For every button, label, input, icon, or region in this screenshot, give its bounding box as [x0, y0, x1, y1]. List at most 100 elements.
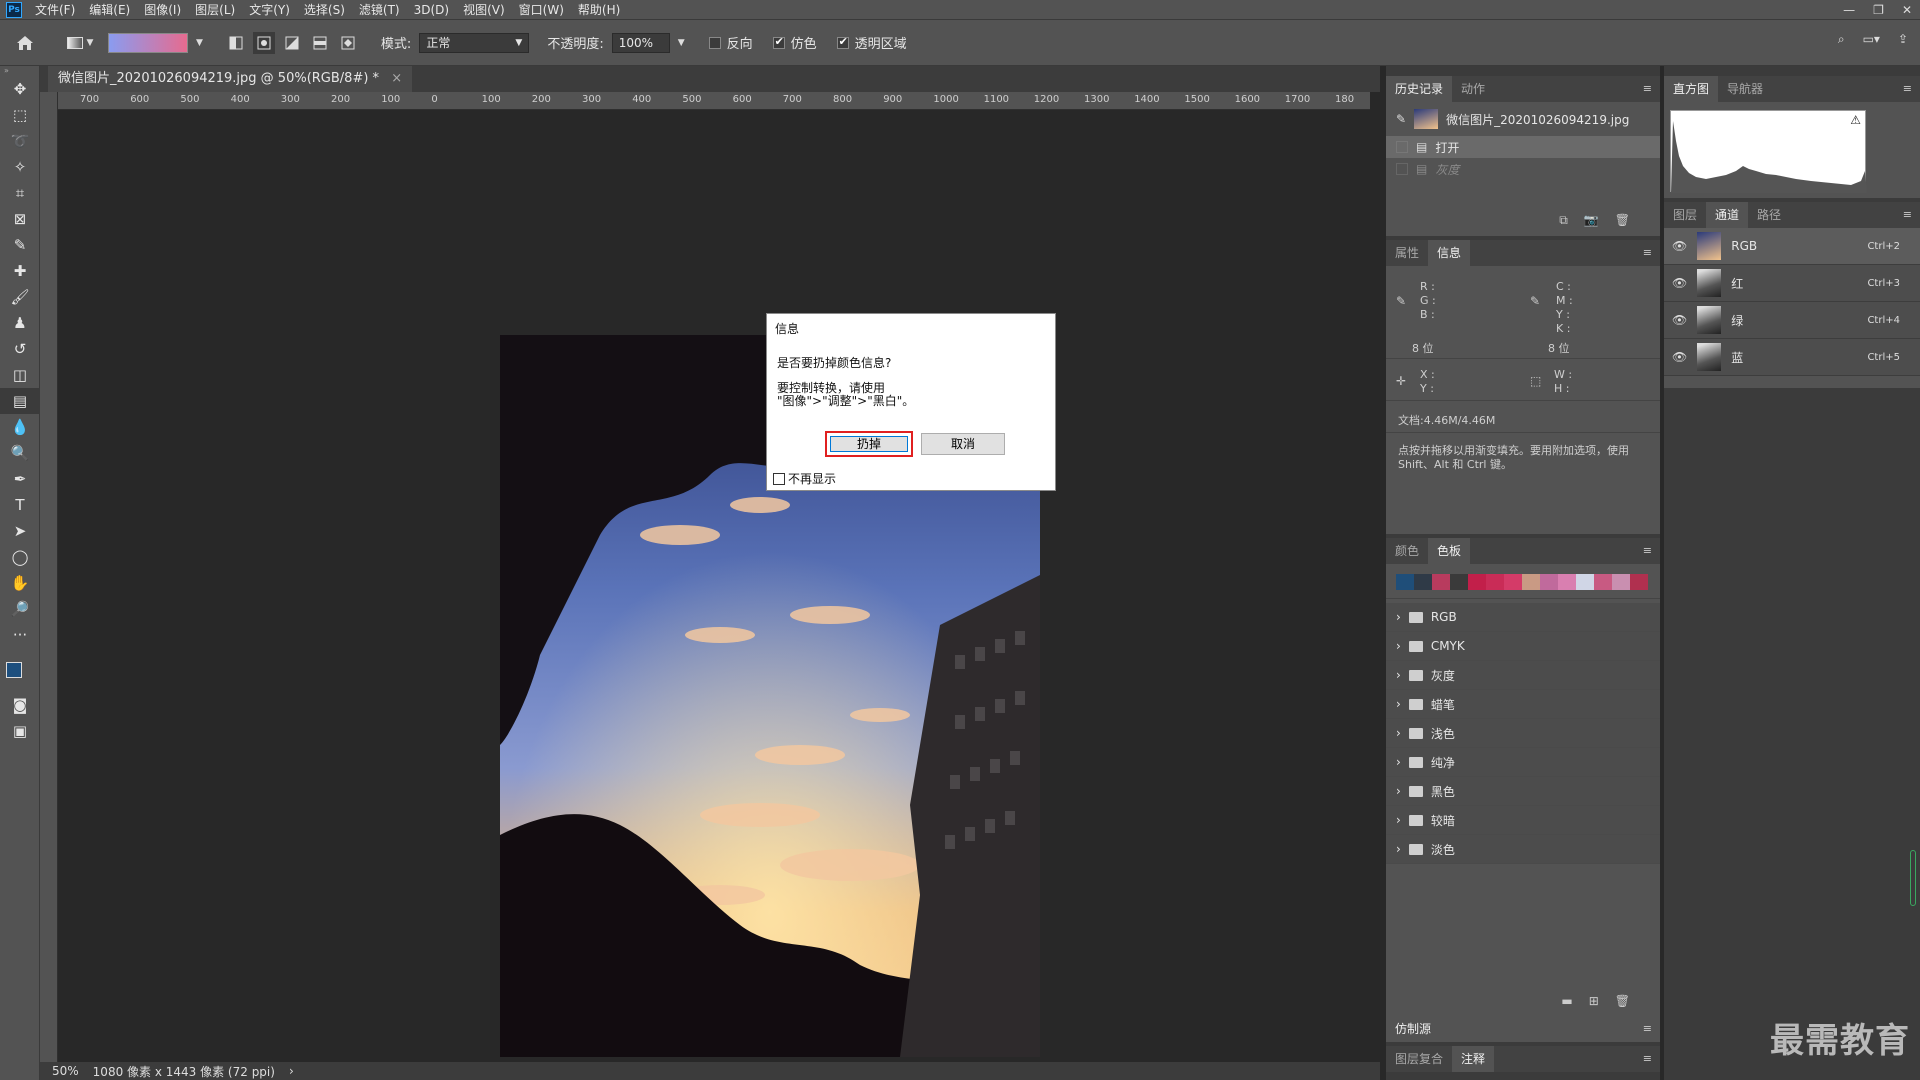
- move-tool-icon[interactable]: ✥: [0, 76, 40, 102]
- gradient-tool-icon[interactable]: ▤: [0, 388, 40, 414]
- swatch-chip[interactable]: [1558, 574, 1576, 590]
- menu-help[interactable]: 帮助(H): [571, 0, 627, 20]
- panel-menu-icon[interactable]: ≡: [1643, 544, 1652, 557]
- home-icon[interactable]: [14, 32, 36, 54]
- dont-show-checkbox-box[interactable]: [773, 472, 785, 485]
- canvas-area[interactable]: [58, 110, 1370, 1062]
- transparency-checkbox-box[interactable]: [836, 35, 849, 49]
- menu-image[interactable]: 图像(I): [137, 0, 188, 20]
- close-icon[interactable]: ✕: [1902, 0, 1912, 20]
- tab-properties[interactable]: 属性: [1386, 240, 1428, 266]
- minimize-icon[interactable]: —: [1843, 0, 1855, 20]
- menu-edit[interactable]: 编辑(E): [82, 0, 137, 20]
- menu-file[interactable]: 文件(F): [28, 0, 82, 20]
- swatch-chip[interactable]: [1432, 574, 1450, 590]
- tool-preset-picker[interactable]: ▼: [60, 32, 100, 54]
- blur-tool-icon[interactable]: 💧: [0, 414, 40, 440]
- linear-gradient-icon[interactable]: [225, 32, 247, 54]
- search-icon[interactable]: ⌕: [1838, 32, 1845, 47]
- tab-paths[interactable]: 路径: [1748, 202, 1790, 228]
- menu-type[interactable]: 文字(Y): [242, 0, 297, 20]
- channel-rgb[interactable]: 👁 RGB Ctrl+2: [1664, 228, 1920, 265]
- crop-tool-icon[interactable]: ⌗: [0, 180, 40, 206]
- swatch-folder-rgb[interactable]: › RGB: [1386, 603, 1660, 632]
- panel-menu-icon[interactable]: ≡: [1643, 1022, 1652, 1035]
- lasso-tool-icon[interactable]: ➰: [0, 128, 40, 154]
- swatch-chip[interactable]: [1414, 574, 1432, 590]
- swatch-folder-cmyk[interactable]: › CMYK: [1386, 632, 1660, 661]
- swatch-folder-grayscale[interactable]: › 灰度: [1386, 661, 1660, 690]
- swatch-chip[interactable]: [1486, 574, 1504, 590]
- menu-3d[interactable]: 3D(D): [407, 0, 456, 20]
- tab-history[interactable]: 历史记录: [1386, 76, 1453, 102]
- opacity-input[interactable]: 100%: [611, 32, 670, 53]
- channel-blue[interactable]: 👁 蓝 Ctrl+5: [1664, 339, 1920, 376]
- camera-icon[interactable]: 📷: [1584, 213, 1599, 228]
- zoom-level[interactable]: 50%: [52, 1064, 79, 1078]
- gradient-picker-chevron-icon[interactable]: ▼: [196, 38, 203, 48]
- tab-swatches[interactable]: 色板: [1428, 538, 1471, 564]
- swatch-folder-darker[interactable]: › 较暗: [1386, 806, 1660, 835]
- diamond-gradient-icon[interactable]: [337, 32, 359, 54]
- swatch-folder-pale[interactable]: › 淡色: [1386, 835, 1660, 864]
- visibility-eye-icon[interactable]: 👁: [1672, 350, 1687, 364]
- channel-green[interactable]: 👁 绿 Ctrl+4: [1664, 302, 1920, 339]
- frame-tool-icon[interactable]: ⊠: [0, 206, 40, 232]
- brush-tool-icon[interactable]: 🖌: [0, 284, 40, 310]
- trash-icon[interactable]: 🗑: [1615, 994, 1630, 1008]
- history-brush-tool-icon[interactable]: ↺: [0, 336, 40, 362]
- pen-tool-icon[interactable]: ✒: [0, 466, 40, 492]
- transparency-checkbox[interactable]: 透明区域: [836, 33, 907, 52]
- tab-histogram[interactable]: 直方图: [1664, 76, 1719, 102]
- visibility-eye-icon[interactable]: 👁: [1672, 239, 1687, 253]
- tab-notes[interactable]: 注释: [1452, 1046, 1495, 1072]
- mode-select[interactable]: 正常 ▼: [419, 32, 530, 53]
- status-chevron-icon[interactable]: ›: [289, 1064, 294, 1078]
- panel-menu-icon[interactable]: ≡: [1643, 1052, 1652, 1065]
- tab-channels[interactable]: 通道: [1706, 202, 1749, 228]
- discard-button[interactable]: 扔掉: [825, 431, 913, 457]
- swatch-chip[interactable]: [1396, 574, 1414, 590]
- source-checkbox[interactable]: [1396, 141, 1408, 153]
- panel-menu-icon[interactable]: ≡: [1903, 208, 1912, 221]
- collapse-chevron-icon[interactable]: »: [0, 66, 39, 76]
- new-swatch-icon[interactable]: ⊞: [1589, 994, 1599, 1008]
- marquee-tool-icon[interactable]: ⬚: [0, 102, 40, 128]
- new-group-folder-icon[interactable]: ▬: [1561, 994, 1572, 1008]
- swatch-chip[interactable]: [1522, 574, 1540, 590]
- channel-red[interactable]: 👁 红 Ctrl+3: [1664, 265, 1920, 302]
- angle-gradient-icon[interactable]: [281, 32, 303, 54]
- menu-select[interactable]: 选择(S): [297, 0, 352, 20]
- opacity-chevron-icon[interactable]: ▼: [678, 38, 685, 48]
- more-tools-icon[interactable]: ···: [0, 622, 40, 648]
- foreground-color[interactable]: [6, 662, 22, 678]
- swatch-folder-dark[interactable]: › 黑色: [1386, 777, 1660, 806]
- swatch-folder-light[interactable]: › 浅色: [1386, 719, 1660, 748]
- scroll-indicator[interactable]: [1910, 850, 1916, 906]
- photoshop-logo[interactable]: Ps: [6, 1, 22, 18]
- dither-checkbox[interactable]: 仿色: [772, 33, 817, 52]
- radial-gradient-icon[interactable]: [252, 31, 275, 54]
- zoom-tool-icon[interactable]: 🔎: [0, 596, 40, 622]
- menu-layer[interactable]: 图层(L): [188, 0, 242, 20]
- tab-layer-comps[interactable]: 图层复合: [1386, 1046, 1452, 1072]
- swatch-chip[interactable]: [1504, 574, 1522, 590]
- swatch-chip[interactable]: [1576, 574, 1594, 590]
- clone-stamp-tool-icon[interactable]: ♟: [0, 310, 40, 336]
- swatch-chip[interactable]: [1450, 574, 1468, 590]
- screen-mode-icon[interactable]: ▣: [0, 718, 40, 744]
- path-selection-tool-icon[interactable]: ➤: [0, 518, 40, 544]
- visibility-eye-icon[interactable]: 👁: [1672, 313, 1687, 327]
- share-icon[interactable]: ⇪: [1898, 32, 1908, 47]
- menu-view[interactable]: 视图(V): [456, 0, 512, 20]
- swatch-chip[interactable]: [1630, 574, 1648, 590]
- document-tab[interactable]: 微信图片_20201026094219.jpg @ 50%(RGB/8#) * …: [48, 66, 413, 92]
- menu-window[interactable]: 窗口(W): [512, 0, 571, 20]
- swatch-chip[interactable]: [1540, 574, 1558, 590]
- swatch-chip[interactable]: [1468, 574, 1486, 590]
- eyedropper-tool-icon[interactable]: ✎: [0, 232, 40, 258]
- menu-filter[interactable]: 滤镜(T): [352, 0, 407, 20]
- tab-info[interactable]: 信息: [1428, 240, 1471, 266]
- tab-layers[interactable]: 图层: [1664, 202, 1706, 228]
- close-tab-icon[interactable]: ×: [391, 71, 402, 86]
